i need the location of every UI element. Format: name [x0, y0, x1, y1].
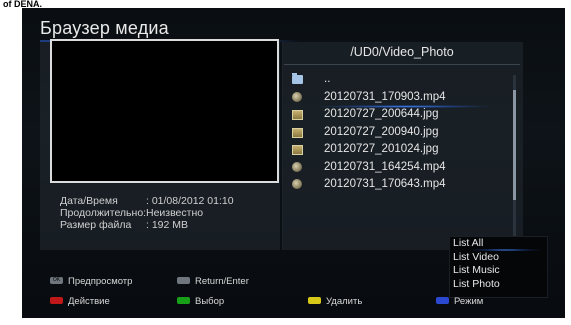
menu-item-list-photo[interactable]: List Photo: [450, 278, 547, 292]
list-item[interactable]: 20120731_164254.mp4: [292, 159, 502, 177]
yellow-key-icon: [308, 296, 321, 304]
info-key: Продолжительно:: [60, 207, 147, 219]
list-item[interactable]: 20120731_170643.mp4: [292, 176, 502, 194]
info-value: : 01/08/2012 01:10: [146, 195, 234, 207]
info-row-filesize: Размер файла : 192 MB: [60, 219, 234, 231]
folder-icon: [292, 73, 303, 84]
hint-label: Return/Enter: [195, 276, 249, 287]
left-right-key-icon: [177, 276, 190, 284]
file-name: 20120731_170903.mp4: [324, 90, 446, 103]
hint-mode: Режим: [436, 296, 483, 307]
list-item[interactable]: 20120727_201024.jpg: [292, 141, 502, 159]
info-value: Неизвестно: [146, 207, 204, 219]
hint-action: Действие: [50, 296, 110, 307]
file-list: .. 20120731_170903.mp4 20120727_200644.j…: [292, 71, 502, 194]
info-value: : 192 MB: [146, 219, 189, 231]
hint-preview: OK Предпросмотр: [50, 276, 132, 287]
hint-return: Return/Enter: [177, 276, 249, 287]
cropped-top-text: of DENA.: [0, 0, 45, 8]
hint-label: Действие: [68, 296, 110, 307]
current-path: /UD0/Video_Photo: [350, 45, 454, 59]
video-file-icon: [292, 91, 302, 102]
menu-item-list-music[interactable]: List Music: [450, 264, 547, 278]
scrollbar-thumb[interactable]: [513, 90, 516, 200]
list-item-selected[interactable]: 20120731_170903.mp4: [292, 89, 502, 108]
info-row-datetime: Дата/Время : 01/08/2012 01:10: [60, 195, 234, 207]
video-file-icon: [292, 179, 302, 189]
photo-file-icon: [292, 127, 303, 138]
preview-window: [50, 39, 279, 183]
list-item[interactable]: 20120727_200940.jpg: [292, 124, 502, 142]
red-key-icon: [50, 296, 63, 304]
green-key-icon: [177, 296, 190, 304]
tv-screen: Браузер медиа Дата/Время : 01/08/2012 01:…: [22, 8, 565, 318]
menu-item-list-all[interactable]: List All: [450, 237, 547, 251]
hint-label: Выбор: [195, 296, 225, 307]
filter-menu: List All List Video List Music List Phot…: [449, 236, 548, 298]
file-name: 20120727_200644.jpg: [324, 108, 439, 120]
file-name: 20120727_201024.jpg: [324, 143, 439, 155]
file-name: 20120731_164254.mp4: [324, 160, 446, 173]
file-info: Дата/Время : 01/08/2012 01:10 Продолжител…: [60, 195, 234, 231]
path-divider: [284, 64, 520, 65]
info-key: Размер файла: [60, 219, 132, 231]
ok-key-icon: OK: [50, 276, 63, 284]
list-item[interactable]: 20120727_200644.jpg: [292, 106, 502, 124]
info-key: Дата/Время: [60, 195, 118, 207]
hint-select: Выбор: [177, 296, 224, 307]
photo-file-icon: [292, 110, 303, 120]
photo-file-icon: [292, 145, 303, 155]
file-name: 20120727_200940.jpg: [324, 125, 439, 138]
video-file-icon: [292, 161, 302, 172]
hint-label: Предпросмотр: [68, 276, 133, 287]
hint-label: Режим: [454, 296, 484, 307]
page-frame: of DENA. Браузер медиа Дата/Время : 01/08…: [0, 0, 571, 325]
list-item-parent[interactable]: ..: [292, 71, 502, 89]
hint-delete: Удалить: [308, 296, 362, 307]
info-row-duration: Продолжительно:Неизвестно: [60, 207, 234, 219]
menu-item-list-video[interactable]: List Video: [450, 251, 547, 265]
hint-label: Удалить: [326, 296, 363, 307]
file-name: ..: [324, 73, 331, 85]
blue-key-icon: [436, 296, 449, 304]
page-title: Браузер медиа: [40, 18, 169, 38]
file-name: 20120731_170643.mp4: [324, 178, 446, 190]
